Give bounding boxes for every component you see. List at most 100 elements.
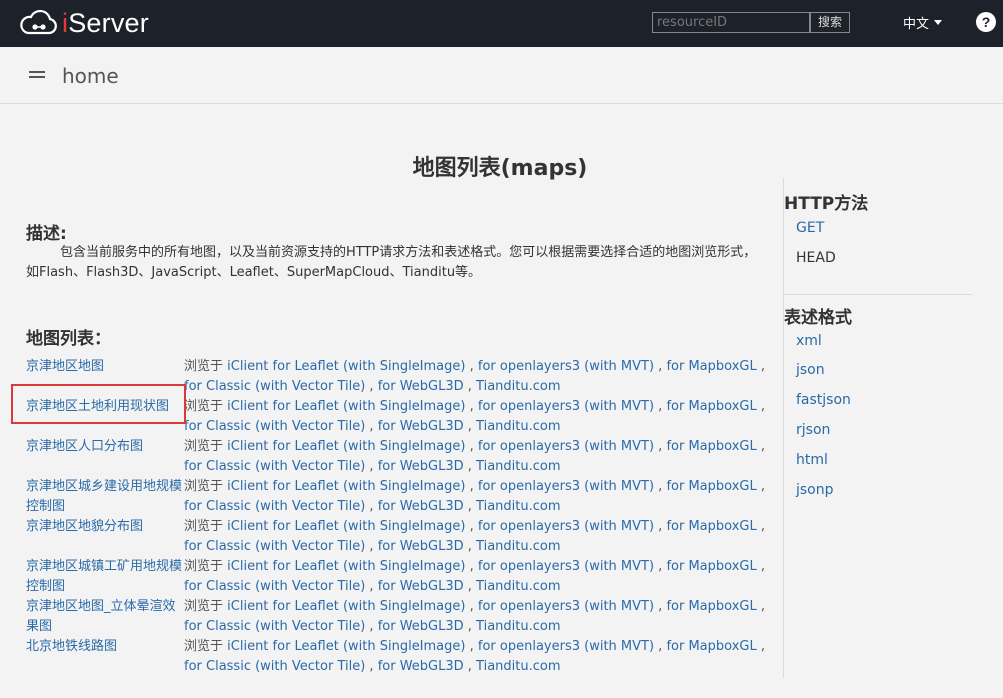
openlayers3-link[interactable]: for openlayers3 (with MVT) [478,559,654,574]
language-dropdown[interactable]: 中文 [903,13,943,32]
browse-links: 浏览于 iClient for Leaflet (with SingleImag… [184,519,765,554]
browse-links: 浏览于 iClient for Leaflet (with SingleImag… [184,639,765,674]
leaflet-link[interactable]: iClient for Leaflet (with SingleImage) [227,439,465,454]
browse-prefix: 浏览于 [184,439,224,454]
server-list-icon [29,71,45,83]
map-name-link[interactable]: 京津地区地图 [26,357,186,377]
tianditu-link[interactable]: Tianditu.com [476,459,560,474]
webgl3d-link[interactable]: for WebGL3D [378,379,464,394]
top-navbar: iServer 搜索 中文 ? [0,0,1003,47]
format-rjson-link[interactable]: rjson [796,422,830,438]
format-html-link[interactable]: html [796,452,828,468]
webgl3d-link[interactable]: for WebGL3D [378,659,464,674]
leaflet-link[interactable]: iClient for Leaflet (with SingleImage) [227,399,465,414]
map-name-link[interactable]: 京津地区城镇工矿用地规模控制图 [26,557,186,597]
leaflet-link[interactable]: iClient for Leaflet (with SingleImage) [227,559,465,574]
classic-link[interactable]: for Classic (with Vector Tile) [184,459,365,474]
browse-links: 浏览于 iClient for Leaflet (with SingleImag… [184,359,765,394]
browse-links: 浏览于 iClient for Leaflet (with SingleImag… [184,439,765,474]
iserver-logo[interactable]: iServer [18,6,149,40]
description-heading: 描述: [26,224,67,244]
mapboxgl-link[interactable]: for MapboxGL [666,519,756,534]
formats-heading: 表述格式 [784,308,852,328]
browse-links: 浏览于 iClient for Leaflet (with SingleImag… [184,599,765,634]
mapboxgl-link[interactable]: for MapboxGL [666,439,756,454]
format-json-link[interactable]: json [796,362,825,378]
logo-text: iServer [62,7,149,38]
resource-id-search-input[interactable] [652,12,810,33]
classic-link[interactable]: for Classic (with Vector Tile) [184,619,365,634]
browse-links: 浏览于 iClient for Leaflet (with SingleImag… [184,479,765,514]
tianditu-link[interactable]: Tianditu.com [476,619,560,634]
map-name-link[interactable]: 京津地区地貌分布图 [26,517,186,537]
leaflet-link[interactable]: iClient for Leaflet (with SingleImage) [227,479,465,494]
mapboxgl-link[interactable]: for MapboxGL [666,599,756,614]
tianditu-link[interactable]: Tianditu.com [476,419,560,434]
browse-prefix: 浏览于 [184,399,224,414]
method-head-text: HEAD [796,250,836,266]
openlayers3-link[interactable]: for openlayers3 (with MVT) [478,359,654,374]
browse-prefix: 浏览于 [184,599,224,614]
openlayers3-link[interactable]: for openlayers3 (with MVT) [478,519,654,534]
browse-links: 浏览于 iClient for Leaflet (with SingleImag… [184,559,765,594]
webgl3d-link[interactable]: for WebGL3D [378,419,464,434]
mapboxgl-link[interactable]: for MapboxGL [666,639,756,654]
classic-link[interactable]: for Classic (with Vector Tile) [184,579,365,594]
classic-link[interactable]: for Classic (with Vector Tile) [184,379,365,394]
browse-links: 浏览于 iClient for Leaflet (with SingleImag… [184,399,765,434]
caret-down-icon [934,20,943,25]
tianditu-link[interactable]: Tianditu.com [476,379,560,394]
openlayers3-link[interactable]: for openlayers3 (with MVT) [478,399,654,414]
breadcrumb-home[interactable]: home [62,64,119,88]
map-name-link[interactable]: 京津地区地图_立体晕渲效果图 [26,597,186,637]
breadcrumb-bar: home [0,47,1003,104]
tianditu-link[interactable]: Tianditu.com [476,539,560,554]
mapboxgl-link[interactable]: for MapboxGL [666,559,756,574]
page-title: 地图列表(maps) [412,156,588,181]
classic-link[interactable]: for Classic (with Vector Tile) [184,499,365,514]
format-jsonp-link[interactable]: jsonp [796,482,834,498]
webgl3d-link[interactable]: for WebGL3D [378,459,464,474]
map-name-link[interactable]: 京津地区人口分布图 [26,437,186,457]
mapboxgl-link[interactable]: for MapboxGL [666,399,756,414]
map-list-heading: 地图列表： [26,329,111,349]
leaflet-link[interactable]: iClient for Leaflet (with SingleImage) [227,359,465,374]
map-name-link[interactable]: 北京地铁线路图 [26,637,186,657]
webgl3d-link[interactable]: for WebGL3D [378,499,464,514]
leaflet-link[interactable]: iClient for Leaflet (with SingleImage) [227,639,465,654]
search-button[interactable]: 搜索 [810,12,850,33]
format-fastjson-link[interactable]: fastjson [796,392,851,408]
tianditu-link[interactable]: Tianditu.com [476,579,560,594]
mapboxgl-link[interactable]: for MapboxGL [666,359,756,374]
leaflet-link[interactable]: iClient for Leaflet (with SingleImage) [227,519,465,534]
sidebar-separator [784,294,972,295]
format-xml-link[interactable]: xml [796,333,822,349]
http-methods-heading: HTTP方法 [784,194,869,214]
openlayers3-link[interactable]: for openlayers3 (with MVT) [478,599,654,614]
classic-link[interactable]: for Classic (with Vector Tile) [184,659,365,674]
webgl3d-link[interactable]: for WebGL3D [378,539,464,554]
browse-prefix: 浏览于 [184,639,224,654]
tianditu-link[interactable]: Tianditu.com [476,499,560,514]
tianditu-link[interactable]: Tianditu.com [476,659,560,674]
classic-link[interactable]: for Classic (with Vector Tile) [184,539,365,554]
openlayers3-link[interactable]: for openlayers3 (with MVT) [478,639,654,654]
selected-map-highlight [11,384,186,424]
language-label: 中文 [903,17,930,32]
help-icon[interactable]: ? [976,12,996,32]
openlayers3-link[interactable]: for openlayers3 (with MVT) [478,479,654,494]
mapboxgl-link[interactable]: for MapboxGL [666,479,756,494]
method-get-link[interactable]: GET [796,220,824,236]
map-name-link[interactable]: 京津地区城乡建设用地规模控制图 [26,477,186,517]
sidebar-divider [783,178,784,678]
classic-link[interactable]: for Classic (with Vector Tile) [184,419,365,434]
browse-prefix: 浏览于 [184,479,224,494]
webgl3d-link[interactable]: for WebGL3D [378,579,464,594]
openlayers3-link[interactable]: for openlayers3 (with MVT) [478,439,654,454]
webgl3d-link[interactable]: for WebGL3D [378,619,464,634]
browse-prefix: 浏览于 [184,359,224,374]
cloud-logo-icon [20,9,57,35]
leaflet-link[interactable]: iClient for Leaflet (with SingleImage) [227,599,465,614]
browse-prefix: 浏览于 [184,519,224,534]
browse-prefix: 浏览于 [184,559,224,574]
